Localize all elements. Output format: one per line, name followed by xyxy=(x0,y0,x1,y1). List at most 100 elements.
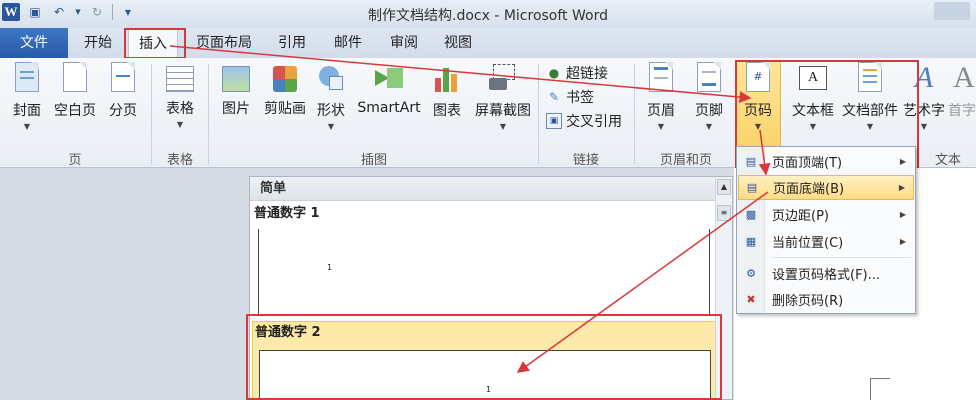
smartart-icon xyxy=(373,62,405,94)
page-margins-icon: ▩ xyxy=(745,208,757,221)
menu-item-label: 设置页码格式(F)... xyxy=(772,268,881,283)
cross-reference-button[interactable]: ▣ 交叉引用 xyxy=(546,110,622,132)
group-label-illustrations: 插图 xyxy=(360,153,387,168)
chevron-down-icon: ▼ xyxy=(499,122,507,131)
screenshot-button[interactable]: 屏幕截图 ▼ xyxy=(472,62,534,132)
remove-page-numbers-icon: ✖ xyxy=(746,293,756,306)
smartart-label: SmartArt xyxy=(357,100,421,116)
picture-button[interactable]: 图片 xyxy=(218,62,254,118)
menu-item-page-margins[interactable]: ▩ 页边距(P) ▶ xyxy=(738,202,914,227)
menu-item-label: 页面底端(B) xyxy=(773,182,845,197)
menu-item-current-position[interactable]: ▦ 当前位置(C) ▶ xyxy=(738,229,914,254)
chevron-down-icon: ▼ xyxy=(705,122,713,131)
chevron-down-icon: ▼ xyxy=(23,122,31,131)
table-label: 表格 xyxy=(166,101,194,117)
blank-page-button[interactable]: 空白页 xyxy=(52,62,98,120)
chevron-down-icon: ▼ xyxy=(657,122,665,131)
bottom-of-page-icon: ▤ xyxy=(746,181,758,194)
tab-page-layout[interactable]: 页面布局 xyxy=(188,28,260,58)
minimize-button[interactable] xyxy=(934,2,970,20)
group-label-links: 链接 xyxy=(572,153,599,168)
cover-page-button[interactable]: 封面 ▼ xyxy=(8,62,46,132)
cover-page-label: 封面 xyxy=(13,103,41,119)
picture-label: 图片 xyxy=(222,101,250,117)
hyperlink-icon: ● xyxy=(548,66,560,80)
drop-cap-button[interactable]: A 首字 xyxy=(948,62,976,120)
group-divider xyxy=(538,64,539,164)
blank-page-label: 空白页 xyxy=(54,103,96,119)
chevron-down-icon: ▼ xyxy=(176,120,184,129)
clipart-button[interactable]: 剪贴画 xyxy=(260,62,310,118)
page-break-icon xyxy=(107,62,139,94)
menu-item-bottom-of-page[interactable]: ▤ 页面底端(B) ▶ xyxy=(738,175,914,200)
header-icon xyxy=(645,62,677,94)
chevron-right-icon: ▶ xyxy=(899,157,906,166)
hyperlink-label: 超链接 xyxy=(566,66,608,82)
footer-button[interactable]: 页脚 ▼ xyxy=(690,62,728,132)
title-bar: W ▣ ↶ ▼ ↻ ▼ 制作文档结构.docx - Microsoft Word xyxy=(0,0,976,28)
current-position-icon: ▦ xyxy=(745,235,757,248)
menu-item-label: 删除页码(R) xyxy=(772,294,844,309)
menu-item-top-of-page[interactable]: ▤ 页面顶端(T) ▶ xyxy=(738,149,914,174)
chart-label: 图表 xyxy=(433,103,461,119)
gallery-item-plain-number-1[interactable]: 普通数字 1 1 xyxy=(252,203,716,317)
gallery-item-label: 普通数字 1 xyxy=(254,206,320,221)
group-label-tables: 表格 xyxy=(166,153,193,168)
gallery-item-highlight xyxy=(246,314,722,400)
menu-item-label: 页边距(P) xyxy=(772,209,829,224)
group-divider xyxy=(208,64,209,164)
format-page-numbers-icon: ⚙ xyxy=(746,267,756,280)
group-divider xyxy=(634,64,635,164)
bookmark-icon: ✎ xyxy=(548,90,560,104)
footer-icon xyxy=(693,62,725,94)
tab-view[interactable]: 视图 xyxy=(436,28,480,58)
clipart-icon xyxy=(273,66,297,92)
shapes-button[interactable]: 形状 ▼ xyxy=(314,62,348,132)
page-number-preview: 1 xyxy=(327,263,333,272)
gallery-section-header: 简单 xyxy=(250,177,716,201)
tab-review[interactable]: 审阅 xyxy=(382,28,426,58)
menu-item-remove-page-numbers[interactable]: ✖ 删除页码(R) xyxy=(738,287,914,312)
tab-references[interactable]: 引用 xyxy=(270,28,314,58)
group-label-pages: 页 xyxy=(68,153,82,168)
gallery-page-preview: 1 xyxy=(258,229,710,315)
tab-mailings[interactable]: 邮件 xyxy=(326,28,370,58)
footer-label: 页脚 xyxy=(695,103,723,119)
window-title: 制作文档结构.docx - Microsoft Word xyxy=(368,8,608,24)
bookmark-button[interactable]: ✎ 书签 xyxy=(546,86,594,108)
group-label-header-footer: 页眉和页 xyxy=(659,153,712,168)
chart-icon xyxy=(431,62,463,94)
tab-home[interactable]: 开始 xyxy=(74,28,122,58)
menu-divider xyxy=(771,257,911,258)
smartart-button[interactable]: SmartArt xyxy=(356,62,422,116)
chevron-right-icon: ▶ xyxy=(898,183,905,192)
table-icon xyxy=(166,66,194,92)
chart-button[interactable]: 图表 xyxy=(430,62,464,120)
tab-file[interactable]: 文件 xyxy=(0,28,68,58)
drop-cap-icon: A xyxy=(953,62,975,94)
blank-page-icon xyxy=(59,62,91,94)
chevron-right-icon: ▶ xyxy=(899,210,906,219)
picture-icon xyxy=(222,66,250,92)
cross-reference-label: 交叉引用 xyxy=(566,114,622,130)
page-break-label: 分页 xyxy=(109,103,137,119)
cover-page-icon xyxy=(11,62,43,94)
table-button[interactable]: 表格 ▼ xyxy=(160,62,200,130)
bookmark-label: 书签 xyxy=(566,90,594,106)
page-break-button[interactable]: 分页 xyxy=(106,62,140,120)
scroll-thumb[interactable]: ≡ xyxy=(717,205,731,221)
screenshot-label: 屏幕截图 xyxy=(475,103,531,119)
shapes-icon xyxy=(315,62,347,94)
insert-tab-highlight xyxy=(124,28,186,59)
hyperlink-button[interactable]: ● 超链接 xyxy=(546,62,608,84)
top-of-page-icon: ▤ xyxy=(745,155,757,168)
cross-reference-icon: ▣ xyxy=(546,113,562,129)
page-number-menu: ▤ 页面顶端(T) ▶ ▤ 页面底端(B) ▶ ▩ 页边距(P) ▶ ▦ 当前位… xyxy=(736,146,916,314)
chevron-right-icon: ▶ xyxy=(899,237,906,246)
menu-item-label: 当前位置(C) xyxy=(772,236,844,251)
page-corner-mark xyxy=(870,378,890,400)
group-label-text: 文本 xyxy=(934,153,961,168)
scroll-up-icon[interactable]: ▲ xyxy=(717,179,731,195)
header-button[interactable]: 页眉 ▼ xyxy=(642,62,680,132)
menu-item-format-page-numbers[interactable]: ⚙ 设置页码格式(F)... xyxy=(738,261,914,286)
